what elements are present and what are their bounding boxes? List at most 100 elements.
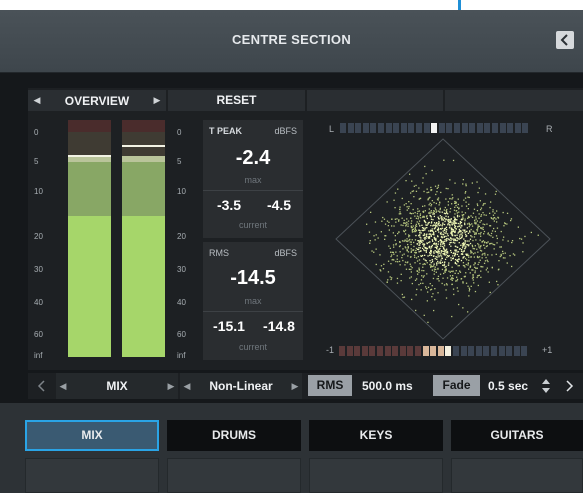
scatter-point: [449, 242, 451, 244]
prev-page-button[interactable]: [30, 373, 54, 399]
scatter-point: [439, 211, 441, 213]
reset-button[interactable]: RESET: [168, 90, 305, 111]
scatter-point: [414, 256, 416, 258]
source-selector[interactable]: ◀ MIX ▶: [56, 373, 178, 399]
scatter-point: [474, 245, 476, 247]
scatter-point: [421, 269, 423, 272]
fade-mode-chip[interactable]: Fade: [433, 375, 480, 396]
scatter-point: [399, 241, 401, 243]
scatter-point: [423, 219, 425, 222]
scatter-point: [445, 210, 447, 212]
tab-keys[interactable]: KEYS: [309, 420, 443, 451]
true-peak-unit: dBFS: [274, 126, 297, 136]
scatter-point: [484, 254, 486, 256]
fade-time-value[interactable]: 0.5 sec: [488, 373, 528, 399]
scatter-point: [436, 262, 438, 264]
scatter-point: [470, 215, 472, 217]
balance-segment: [446, 123, 453, 133]
view-selector[interactable]: ◀ OVERVIEW ▶: [28, 90, 166, 111]
scatter-point: [454, 258, 457, 261]
scatter-point: [440, 253, 442, 255]
scatter-point: [476, 228, 479, 230]
scatter-point: [410, 265, 412, 267]
scatter-point: [482, 253, 484, 255]
tab-mix[interactable]: MIX: [25, 420, 159, 451]
tab-drums[interactable]: DRUMS: [167, 420, 301, 451]
goniometer-scatter: [366, 159, 539, 323]
scatter-point: [383, 218, 386, 220]
correlation-segment: [384, 346, 391, 356]
scatter-point: [408, 205, 410, 208]
correlation-segment: [521, 346, 528, 356]
scatter-point: [407, 246, 409, 248]
scatter-point: [416, 243, 418, 245]
scatter-point: [456, 214, 459, 217]
balance-segment: [370, 123, 377, 133]
scatter-point: [450, 231, 453, 233]
left-triangle-icon[interactable]: ◀: [180, 381, 194, 392]
scatter-point: [445, 240, 447, 242]
left-triangle-icon[interactable]: ◀: [56, 381, 70, 392]
scatter-point: [463, 250, 465, 252]
scatter-point: [447, 201, 449, 203]
scatter-point: [409, 277, 411, 279]
rms-time-value[interactable]: 500.0 ms: [362, 373, 413, 399]
scatter-point: [495, 190, 497, 193]
scatter-point: [424, 227, 427, 229]
scatter-point: [441, 261, 444, 263]
window-header: CENTRE SECTION: [0, 10, 583, 73]
next-page-button[interactable]: [558, 373, 582, 399]
scatter-point: [493, 220, 495, 222]
right-triangle-icon[interactable]: ▶: [148, 95, 166, 106]
scatter-point: [429, 263, 431, 266]
scatter-point: [415, 257, 418, 259]
scatter-point: [419, 262, 421, 265]
rms-mode-chip[interactable]: RMS: [308, 375, 352, 396]
scatter-point: [453, 209, 456, 211]
scatter-point: [400, 213, 402, 215]
right-triangle-icon[interactable]: ▶: [288, 381, 302, 392]
scatter-point: [412, 249, 414, 251]
scatter-point: [437, 197, 440, 199]
stepper-arrows-icon: [542, 379, 550, 393]
scatter-point: [450, 249, 452, 252]
scatter-point: [399, 251, 401, 253]
right-triangle-icon[interactable]: ▶: [164, 381, 178, 392]
balance-segment: [362, 123, 369, 133]
scatter-point: [413, 254, 416, 256]
scatter-point: [437, 216, 439, 218]
scatter-point: [407, 251, 410, 253]
scatter-point: [435, 211, 437, 213]
scatter-point: [413, 196, 415, 198]
scatter-point: [426, 217, 428, 220]
scatter-point: [374, 239, 376, 241]
scatter-point: [421, 239, 423, 241]
tab-guitars[interactable]: GUITARS: [451, 420, 583, 451]
scatter-point: [479, 200, 481, 202]
scatter-point: [482, 226, 484, 228]
correlation-segment: [453, 346, 459, 356]
collapse-button[interactable]: [556, 31, 574, 49]
scatter-point: [451, 203, 453, 205]
scatter-point: [419, 247, 422, 249]
scatter-point: [411, 267, 413, 269]
scatter-point: [452, 241, 454, 244]
scatter-point: [424, 205, 426, 207]
scatter-point: [423, 270, 425, 272]
fade-stepper[interactable]: [541, 376, 551, 396]
scatter-point: [459, 221, 461, 223]
scatter-point: [458, 265, 460, 267]
scatter-point: [403, 222, 406, 224]
chevron-left-icon: [560, 34, 568, 46]
scatter-point: [445, 265, 447, 268]
scatter-point: [537, 234, 539, 236]
scale-mode-selector[interactable]: ◀ Non-Linear ▶: [180, 373, 302, 399]
scatter-point: [477, 275, 479, 277]
scatter-point: [492, 209, 494, 211]
balance-segment: [476, 123, 483, 133]
scatter-point: [425, 286, 427, 288]
scatter-point: [474, 219, 476, 221]
scatter-point: [448, 270, 450, 272]
scatter-point: [496, 237, 498, 240]
left-triangle-icon[interactable]: ◀: [28, 95, 46, 106]
